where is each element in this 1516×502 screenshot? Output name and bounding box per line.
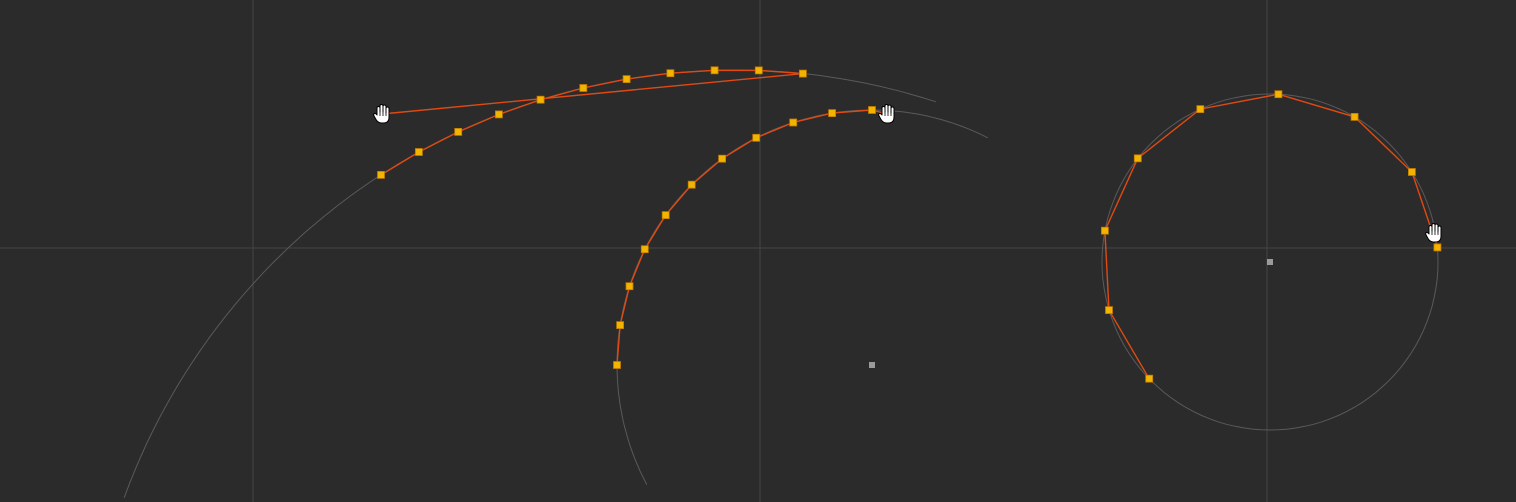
arc-panels-layer [123,66,1442,498]
arc-vertex-handle-icon[interactable] [613,361,621,369]
arc-polyline[interactable] [380,69,803,176]
arc-vertex-handle-icon[interactable] [754,66,763,75]
arc-polyline[interactable] [1104,93,1439,380]
grab-hand-cursor-icon [373,104,390,124]
arc-editor-canvas[interactable] [0,0,1516,502]
arc-vertex-handle-icon[interactable] [1433,243,1442,252]
arc-vertex-handle-icon[interactable] [377,170,385,179]
arc-vertex-handle-icon[interactable] [640,245,649,254]
arc-vertex-handle-icon[interactable] [789,118,798,127]
arc-vertex-handle-icon[interactable] [1408,168,1416,176]
arc-vertex-handle-icon[interactable] [868,106,876,114]
arc-panel-2[interactable] [613,104,989,485]
grab-hand-cursor-icon [1425,223,1442,243]
arc-vertex-handle-icon[interactable] [799,69,807,78]
arc-vertex-handle-icon[interactable] [494,110,503,119]
arc-vertex-handle-icon[interactable] [666,69,675,78]
canvas-viewport[interactable] [0,0,1516,502]
arc-center-marker-icon[interactable] [1267,259,1273,265]
arc-vertex-handle-icon[interactable] [661,211,670,220]
arc-vertex-handle-icon[interactable] [1145,374,1154,383]
arc-vertex-handle-icon[interactable] [828,109,836,117]
arc-vertex-handle-icon[interactable] [1105,306,1113,315]
arc-vertex-handle-icon[interactable] [1350,113,1359,121]
arc-vertex-handle-icon[interactable] [1133,154,1142,163]
arc-polyline[interactable] [616,109,888,366]
arc-vertex-handle-icon[interactable] [536,95,545,104]
guide-arc [616,109,989,485]
arc-vertex-handle-icon[interactable] [718,154,726,163]
arc-panel-3[interactable] [1101,90,1442,431]
arc-vertex-handle-icon[interactable] [579,84,588,92]
arc-vertex-handle-icon[interactable] [454,127,463,136]
arc-panel-1[interactable] [123,66,937,498]
arc-vertex-handle-icon[interactable] [616,321,624,330]
arc-vertex-handle-icon[interactable] [1101,226,1109,235]
arc-center-marker-icon[interactable] [869,362,875,368]
arc-vertex-handle-icon[interactable] [687,180,696,189]
grab-hand-cursor-icon [878,104,895,124]
axes-layer [0,0,1516,502]
arc-vertex-handle-icon[interactable] [414,148,423,156]
arc-vertex-handle-icon[interactable] [752,133,761,142]
arc-vertex-handle-icon[interactable] [1274,90,1283,99]
arc-vertex-handle-icon[interactable] [710,66,719,75]
arc-vertex-handle-icon[interactable] [625,282,634,291]
arc-vertex-handle-icon[interactable] [1196,105,1205,113]
guide-arc [123,69,937,498]
arc-vertex-handle-icon[interactable] [622,75,631,83]
